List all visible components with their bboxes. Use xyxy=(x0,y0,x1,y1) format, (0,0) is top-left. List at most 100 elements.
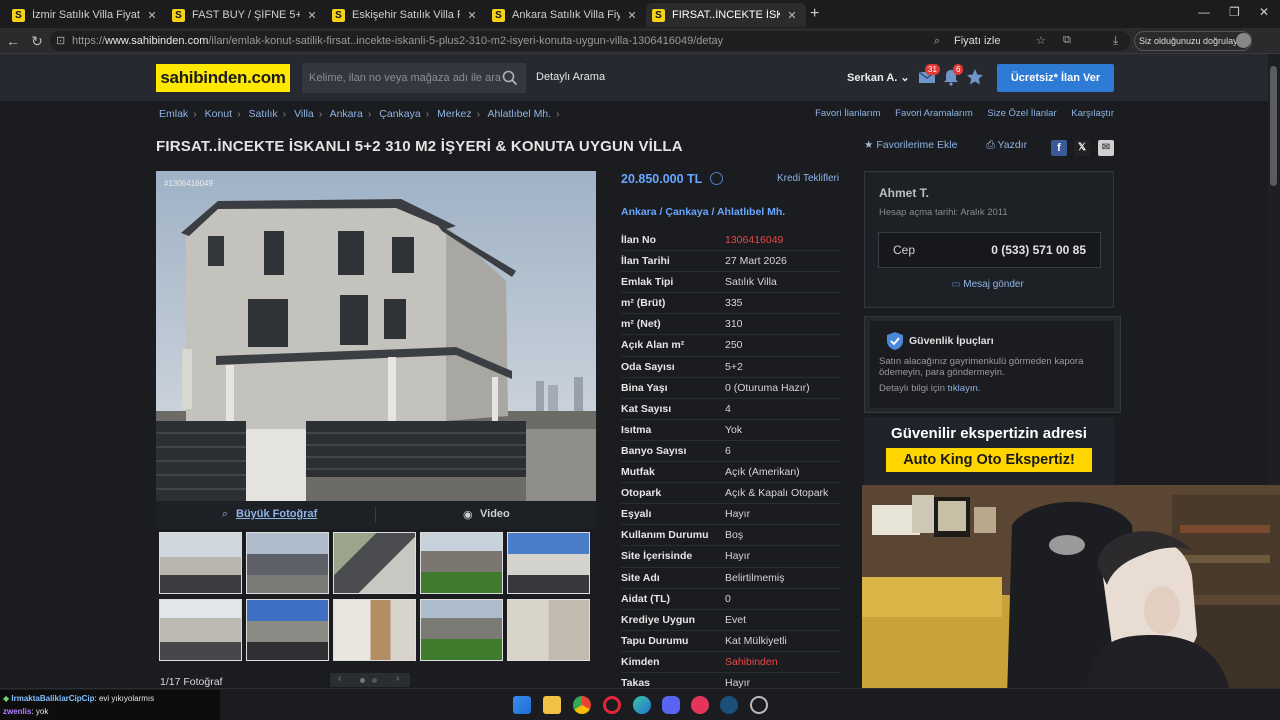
breadcrumb-item[interactable]: Satılık xyxy=(248,108,277,120)
detail-key: Tapu Durumu xyxy=(621,634,689,647)
browser-tab-bar: S İzmir Satılık Villa Fiyatları ve Villa… xyxy=(0,0,1280,28)
discord-icon[interactable] xyxy=(662,696,680,714)
breadcrumb-item[interactable]: Ahlatlıbel Mh. xyxy=(487,108,551,120)
favorite-star-icon[interactable]: ☆ xyxy=(1036,31,1046,51)
price-track-label[interactable]: Fiyatı izle xyxy=(954,31,1000,51)
new-tab-icon[interactable]: + xyxy=(810,5,819,23)
steam-icon[interactable] xyxy=(720,696,738,714)
search-icon[interactable] xyxy=(502,70,518,86)
browser-tab[interactable]: S Eskişehir Satılık Villa Fiyatları ve V… xyxy=(326,3,486,27)
print-link[interactable]: Yazdır xyxy=(998,139,1028,151)
thumbnail[interactable] xyxy=(507,599,590,661)
profile-avatar-icon[interactable] xyxy=(1236,33,1251,48)
maximize-icon[interactable]: ❐ xyxy=(1229,5,1240,19)
site-info-icon[interactable]: ⊡ xyxy=(56,31,65,51)
breadcrumb-item[interactable]: Konut xyxy=(205,108,232,120)
video-link[interactable]: Video xyxy=(480,508,510,520)
scrollbar-thumb[interactable] xyxy=(1270,66,1277,186)
browser-tab-active[interactable]: S FIRSAT..İNCEKTE İSKANLI 5+2 310 ✕ xyxy=(646,3,806,27)
photo-count: 1/17 Fotoğraf xyxy=(160,676,223,688)
chrome-icon[interactable] xyxy=(573,696,591,714)
opera-icon[interactable] xyxy=(603,696,621,714)
tips-more-link[interactable]: tıklayın. xyxy=(948,383,981,394)
pager-dot[interactable] xyxy=(360,678,365,683)
browser-tab[interactable]: S İzmir Satılık Villa Fiyatları ve Villa… xyxy=(6,3,166,27)
star-icon[interactable] xyxy=(965,67,985,87)
sahibinden-favicon-icon: S xyxy=(12,8,25,22)
ad-banner[interactable]: Güvenilir ekspertizin adresi Auto King O… xyxy=(864,417,1114,489)
thumbnail[interactable] xyxy=(420,532,503,594)
send-message-link[interactable]: ▭ Mesaj gönder xyxy=(951,279,1024,290)
thumbnail[interactable] xyxy=(246,599,329,661)
big-photo-link[interactable]: Büyük Fotoğraf xyxy=(236,508,317,520)
settings-gear-icon[interactable] xyxy=(750,696,768,714)
close-tab-icon[interactable]: ✕ xyxy=(624,9,640,22)
extensions-icon[interactable]: ⧉ xyxy=(1063,34,1071,47)
user-menu[interactable]: Serkan A. ⌄ xyxy=(847,71,910,84)
location-neighborhood[interactable]: Ahlatlıbel Mh. xyxy=(717,206,785,218)
browser-tab[interactable]: S Ankara Satılık Villa Fiyatları ve Vill… xyxy=(486,3,646,27)
detail-value: Hayır xyxy=(725,508,751,521)
site-logo[interactable]: sahibinden.com xyxy=(156,64,290,92)
breadcrumb-item[interactable]: Emlak xyxy=(159,108,188,120)
search-input[interactable]: Kelime, ilan no veya mağaza adı ile ara xyxy=(302,63,526,93)
verify-button[interactable]: Siz olduğunuzu doğrulayın xyxy=(1134,31,1252,51)
special-listings-link[interactable]: Size Özel İlanlar xyxy=(987,108,1056,119)
favorite-listings-link[interactable]: Favori İlanlarım xyxy=(815,108,880,119)
browser-tab[interactable]: S FAST BUY / ŞİFNE 5+1 TEK MÜSTA ✕ xyxy=(166,3,326,27)
breadcrumb-item[interactable]: Çankaya xyxy=(379,108,420,120)
phone-number[interactable]: 0 (533) 571 00 85 xyxy=(991,243,1086,257)
detail-key: Kimden xyxy=(621,655,660,668)
thumbnail[interactable] xyxy=(333,532,416,594)
location-city[interactable]: Ankara xyxy=(621,206,657,218)
email-icon[interactable]: ✉ xyxy=(1098,140,1114,156)
photo-id-label: #1306416049 xyxy=(164,179,213,188)
media-player-icon[interactable] xyxy=(691,696,709,714)
detail-key: Kullanım Durumu xyxy=(621,529,709,542)
detailed-search-link[interactable]: Detaylı Arama xyxy=(536,71,605,83)
close-tab-icon[interactable]: ✕ xyxy=(464,9,480,22)
detail-value: Açık & Kapalı Otopark xyxy=(725,487,829,500)
detail-row: Takas Hayır xyxy=(621,673,840,688)
close-tab-icon[interactable]: ✕ xyxy=(784,9,800,22)
thumbnail[interactable] xyxy=(159,599,242,661)
edge-icon[interactable] xyxy=(633,696,651,714)
close-window-icon[interactable]: ✕ xyxy=(1259,5,1269,19)
facebook-icon[interactable]: f xyxy=(1051,140,1067,156)
compare-link[interactable]: Karşılaştır xyxy=(1071,108,1114,119)
thumbnail[interactable] xyxy=(333,599,416,661)
breadcrumb-item[interactable]: Villa xyxy=(294,108,314,120)
credit-offers-link[interactable]: Kredi Teklifleri xyxy=(777,173,839,184)
url-field[interactable]: https://www.sahibinden.com/ilan/emlak-ko… xyxy=(50,31,1130,51)
minimize-icon[interactable]: — xyxy=(1198,5,1210,19)
breadcrumb-item[interactable]: Ankara xyxy=(330,108,363,120)
post-listing-button[interactable]: Ücretsiz* İlan Ver xyxy=(997,64,1114,92)
close-tab-icon[interactable]: ✕ xyxy=(304,9,320,22)
favorite-searches-link[interactable]: Favori Aramalarım xyxy=(895,108,973,119)
location-district[interactable]: Çankaya xyxy=(665,206,708,218)
chat-badge-icon: ◆ xyxy=(3,694,10,703)
download-icon[interactable]: ⤓ xyxy=(1113,33,1118,48)
refresh-icon[interactable]: ↻ xyxy=(28,32,46,50)
phone-box[interactable]: Cep 0 (533) 571 00 85 xyxy=(878,232,1101,268)
price-info-icon[interactable] xyxy=(710,172,723,185)
main-photo[interactable]: #1306416049 xyxy=(156,171,596,501)
add-favorite-link[interactable]: Favorilerime Ekle xyxy=(876,139,957,151)
chat-message: : evi yıkıyolarmıs xyxy=(94,694,155,703)
detail-key: Mutfak xyxy=(621,466,655,479)
thumbnail[interactable] xyxy=(420,599,503,661)
chevron-left-icon[interactable]: ‹ xyxy=(338,673,341,684)
windows-start-icon[interactable] xyxy=(513,696,531,714)
close-tab-icon[interactable]: ✕ xyxy=(144,9,160,22)
back-icon[interactable]: ← xyxy=(4,32,22,50)
zoom-icon[interactable]: ⌕ xyxy=(934,31,940,51)
thumbnail[interactable] xyxy=(507,532,590,594)
pager-dot[interactable] xyxy=(372,678,377,683)
thumbnail[interactable] xyxy=(159,532,242,594)
breadcrumb-item[interactable]: Merkez xyxy=(437,108,471,120)
detail-value: 0 xyxy=(725,592,731,605)
file-explorer-icon[interactable] xyxy=(543,696,561,714)
thumbnail[interactable] xyxy=(246,532,329,594)
chevron-right-icon[interactable]: › xyxy=(396,673,399,684)
x-icon[interactable]: 𝕏 xyxy=(1074,140,1090,156)
